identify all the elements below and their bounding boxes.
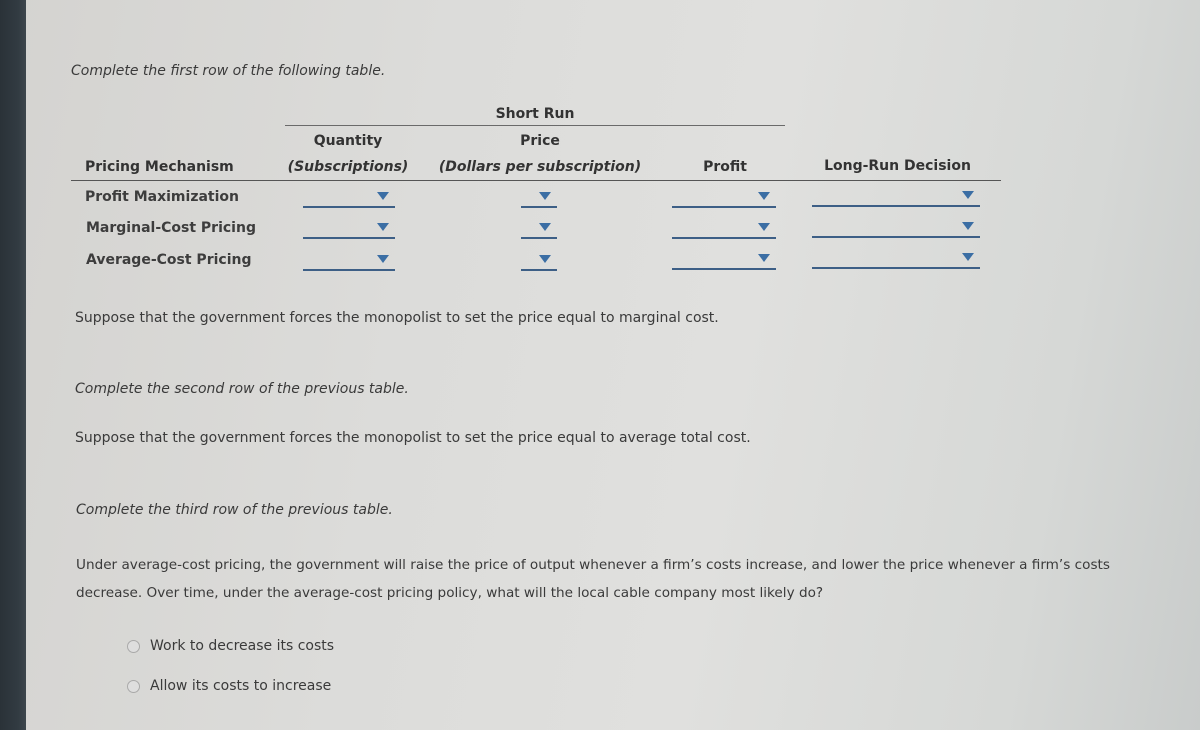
scenario-marginal-cost: Suppose that the government forces the m… <box>75 310 719 326</box>
chevron-down-icon <box>758 223 770 231</box>
question-text-line2: decrease. Over time, under the average-c… <box>76 585 824 601</box>
chevron-down-icon <box>539 223 551 231</box>
quantity-dropdown-row2[interactable] <box>303 221 395 239</box>
screen-bezel <box>0 0 26 730</box>
chevron-down-icon <box>962 191 974 199</box>
chevron-down-icon <box>962 253 974 261</box>
radio-unchecked-icon[interactable] <box>127 679 140 693</box>
instruction-second-row: Complete the second row of the previous … <box>75 381 409 397</box>
radio-unchecked-icon[interactable] <box>127 639 140 653</box>
question-text-line1: Under average-cost pricing, the governme… <box>76 557 1110 573</box>
chevron-down-icon <box>377 223 389 231</box>
profit-dropdown-row1[interactable] <box>672 190 776 208</box>
header-quantity-unit: (Subscriptions) <box>287 159 409 175</box>
header-long-run-decision: Long-Run Decision <box>824 158 971 174</box>
quantity-dropdown-row1[interactable] <box>303 190 395 208</box>
long-run-dropdown-row3[interactable] <box>812 251 980 269</box>
header-quantity: Quantity <box>313 133 383 149</box>
option-label: Allow its costs to increase <box>150 678 332 694</box>
price-dropdown-row2[interactable] <box>521 221 557 239</box>
long-run-dropdown-row2[interactable] <box>812 220 980 238</box>
option-decrease-costs[interactable]: Work to decrease its costs <box>127 638 334 654</box>
quantity-dropdown-row3[interactable] <box>303 253 395 271</box>
header-price-unit: (Dollars per subscription) <box>438 159 642 175</box>
row-label-marginal-cost-pricing: Marginal-Cost Pricing <box>86 220 256 236</box>
instruction-first-row: Complete the first row of the following … <box>71 63 386 79</box>
chevron-down-icon <box>539 192 551 200</box>
chevron-down-icon <box>962 222 974 230</box>
header-short-run: Short Run <box>495 106 575 122</box>
option-label: Work to decrease its costs <box>150 638 335 654</box>
instruction-third-row: Complete the third row of the previous t… <box>76 502 393 518</box>
chevron-down-icon <box>758 192 770 200</box>
price-dropdown-row3[interactable] <box>521 253 557 271</box>
price-dropdown-row1[interactable] <box>521 190 557 208</box>
row-label-average-cost-pricing: Average-Cost Pricing <box>86 252 252 268</box>
chevron-down-icon <box>377 255 389 263</box>
header-price: Price <box>520 133 560 149</box>
chevron-down-icon <box>377 192 389 200</box>
scenario-average-cost: Suppose that the government forces the m… <box>75 430 751 446</box>
option-increase-costs[interactable]: Allow its costs to increase <box>127 678 331 694</box>
short-run-rule <box>285 125 785 126</box>
header-profit: Profit <box>703 159 747 175</box>
chevron-down-icon <box>758 254 770 262</box>
chevron-down-icon <box>539 255 551 263</box>
header-rule <box>71 180 1001 181</box>
header-pricing-mechanism: Pricing Mechanism <box>85 159 234 175</box>
profit-dropdown-row2[interactable] <box>672 221 776 239</box>
row-label-profit-maximization: Profit Maximization <box>85 189 239 205</box>
long-run-dropdown-row1[interactable] <box>812 189 980 207</box>
profit-dropdown-row3[interactable] <box>672 252 776 270</box>
